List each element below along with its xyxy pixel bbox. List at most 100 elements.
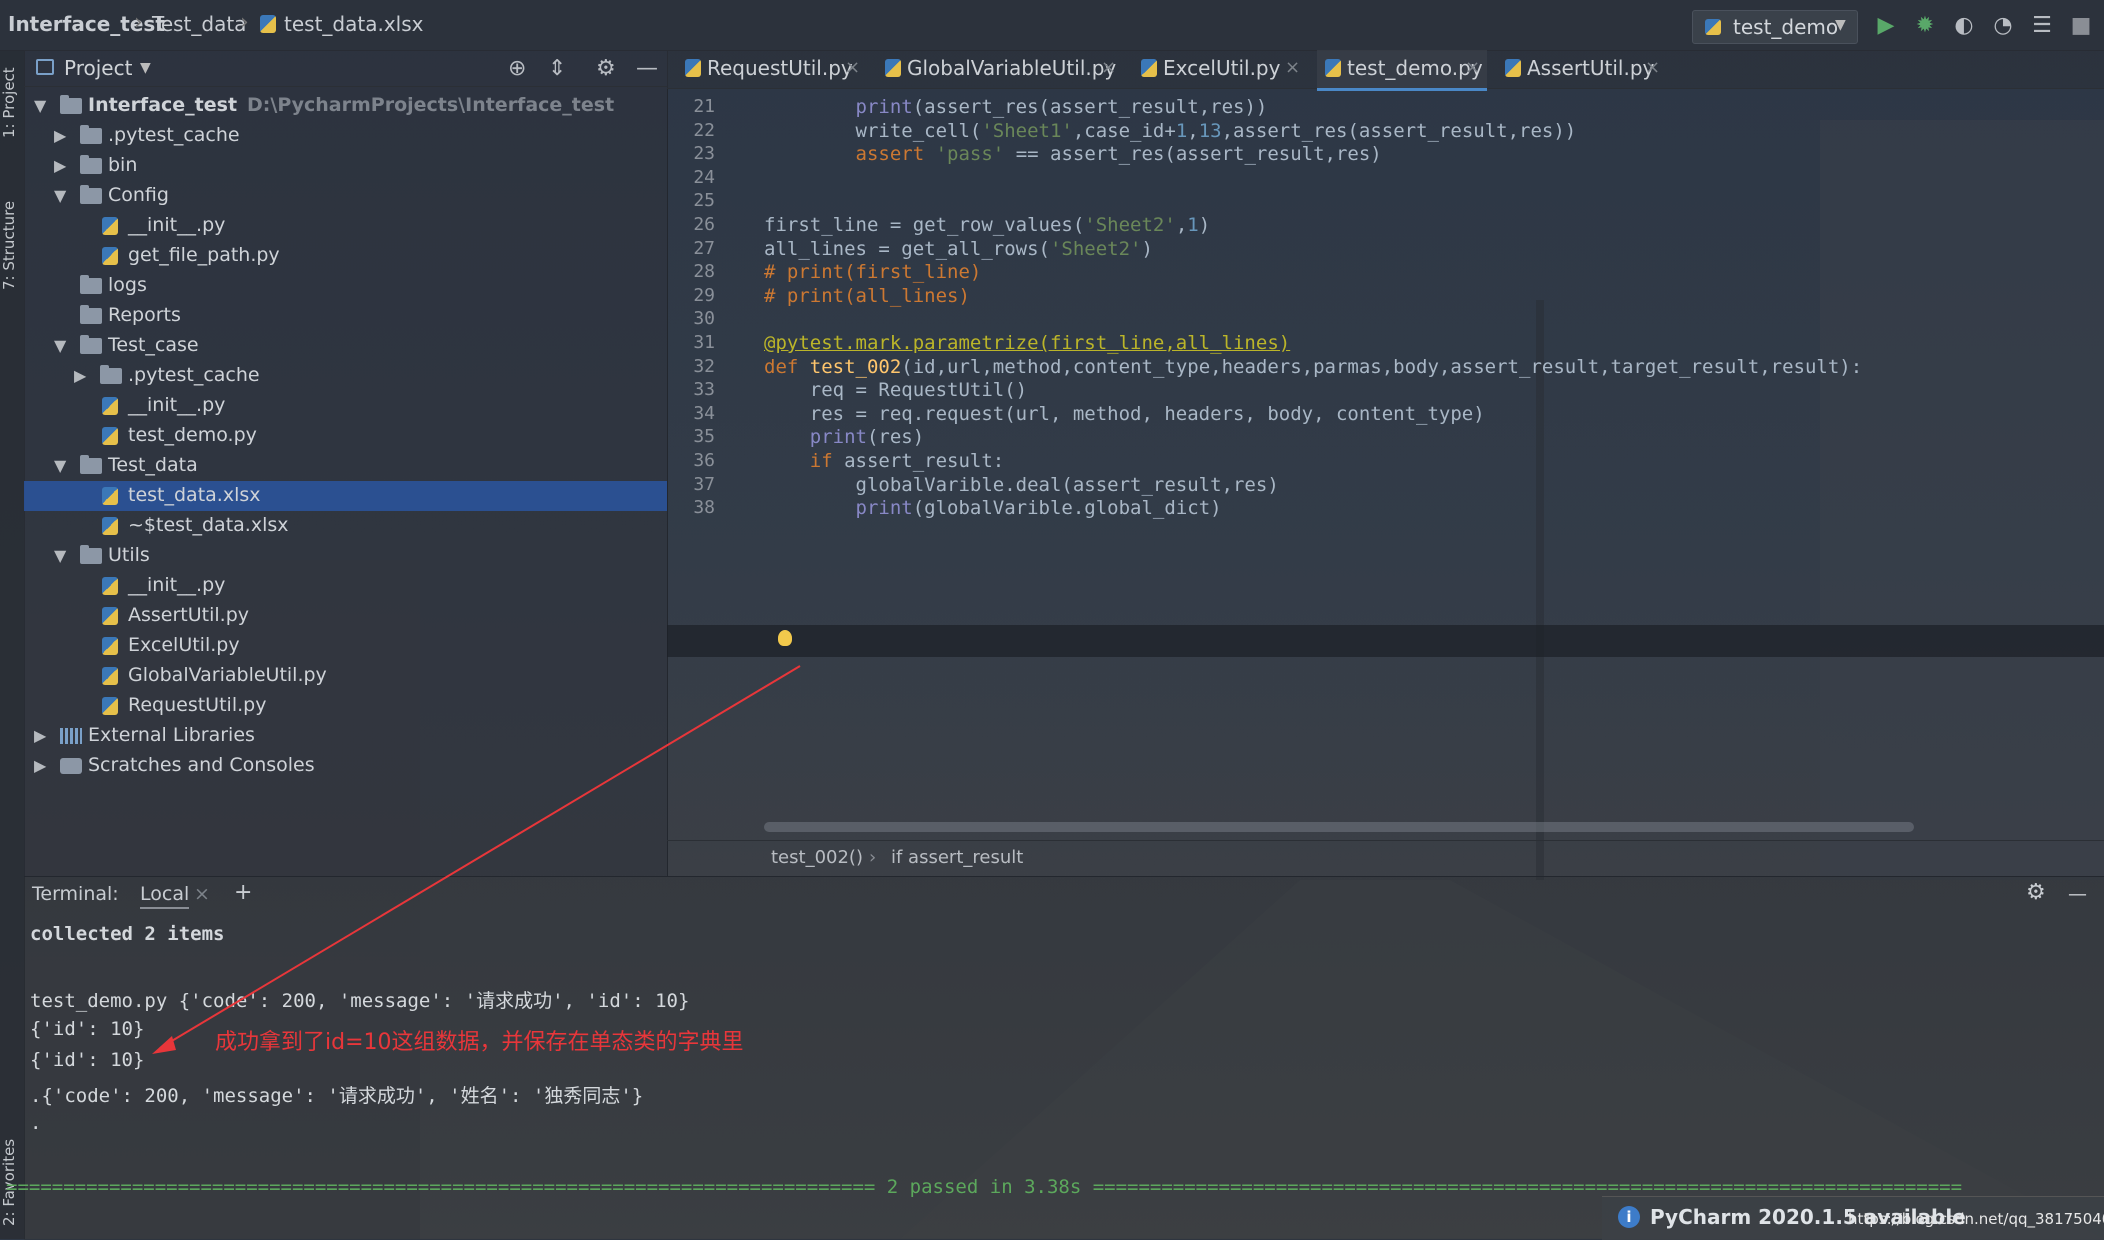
python-file-icon: [102, 607, 118, 625]
collapse-all-icon[interactable]: ⇕: [548, 56, 566, 81]
horizontal-scrollbar[interactable]: [764, 822, 1914, 832]
locate-file-icon[interactable]: ⊕: [508, 56, 526, 81]
project-panel-title[interactable]: Project: [64, 56, 132, 80]
tree-item-label: Scratches and Consoles: [88, 754, 315, 776]
collapse-arrow-icon[interactable]: ▶: [54, 156, 66, 175]
tree-item[interactable]: ▼ Test_case: [24, 331, 667, 361]
tree-item-label: External Libraries: [88, 724, 255, 746]
add-terminal-icon[interactable]: +: [234, 880, 252, 905]
expand-arrow-icon[interactable]: ▼: [54, 456, 66, 475]
profile-icon[interactable]: ◔: [1990, 12, 2016, 38]
chevron-down-icon[interactable]: ▼: [140, 60, 151, 76]
tree-item[interactable]: ~$test_data.xlsx: [24, 511, 667, 541]
tree-item[interactable]: ▶ bin: [24, 151, 667, 181]
terminal-line: {'id': 10}: [30, 1049, 145, 1071]
tree-item-path: D:\PycharmProjects\Interface_test: [247, 94, 615, 116]
tree-item[interactable]: ▶ .pytest_cache: [24, 121, 667, 151]
tree-item[interactable]: GlobalVariableUtil.py: [24, 661, 667, 691]
editor-tab[interactable]: RequestUtil.py ×: [677, 50, 867, 88]
close-icon[interactable]: ×: [845, 57, 860, 78]
close-icon[interactable]: ×: [1645, 57, 1660, 78]
scratch-icon: [60, 758, 82, 774]
python-file-icon: [1505, 59, 1521, 77]
structure-tool-tab[interactable]: 7: Structure: [0, 190, 24, 300]
tree-item[interactable]: Reports: [24, 301, 667, 331]
collapse-arrow-icon[interactable]: ▶: [54, 126, 66, 145]
tree-item[interactable]: ▼ Interface_test D:\PycharmProjects\Interf…: [24, 91, 667, 121]
folder-icon: [80, 275, 102, 294]
terminal-tab-local[interactable]: Local: [140, 883, 190, 909]
tree-item[interactable]: get_file_path.py: [24, 241, 667, 271]
tree-item[interactable]: ▼ Config: [24, 181, 667, 211]
annotation-text: 成功拿到了id=10这组数据，并保存在单态类的字典里: [215, 1030, 744, 1055]
close-icon[interactable]: ×: [1465, 57, 1480, 78]
breadcrumb-block[interactable]: if assert_result: [891, 847, 1023, 868]
tool-window-strip: 1: Project 7: Structure 2: Favorites: [0, 50, 25, 1239]
expand-arrow-icon[interactable]: ▼: [54, 186, 66, 205]
tree-item[interactable]: test_data.xlsx: [24, 481, 667, 511]
tree-item-label: RequestUtil.py: [128, 694, 267, 716]
tree-item[interactable]: ▶ Scratches and Consoles: [24, 751, 667, 781]
tree-item[interactable]: __init__.py: [24, 391, 667, 421]
breadcrumb-separator: ›: [240, 10, 249, 35]
gear-icon[interactable]: ⚙: [2026, 880, 2046, 905]
intention-bulb-icon[interactable]: [778, 630, 792, 646]
expand-arrow-icon[interactable]: ▼: [54, 336, 66, 355]
close-icon[interactable]: ×: [1285, 57, 1300, 78]
tree-item[interactable]: ExcelUtil.py: [24, 631, 667, 661]
collapse-arrow-icon[interactable]: ▶: [34, 756, 46, 775]
expand-arrow-icon[interactable]: ▼: [54, 546, 66, 565]
tree-item[interactable]: ▼ Utils: [24, 541, 667, 571]
run-configuration-label: test_demo: [1733, 15, 1839, 39]
tree-item[interactable]: ▶ .pytest_cache: [24, 361, 667, 391]
debug-icon[interactable]: ✹: [1912, 12, 1938, 38]
gear-icon[interactable]: ⚙: [596, 56, 616, 81]
project-tool-tab[interactable]: 1: Project: [0, 58, 24, 148]
python-file-icon: [1141, 59, 1157, 77]
close-icon[interactable]: ×: [1101, 57, 1116, 78]
hide-panel-icon[interactable]: —: [636, 56, 658, 81]
project-view-icon: [36, 59, 54, 75]
expand-arrow-icon[interactable]: ▼: [34, 96, 46, 115]
close-icon[interactable]: ×: [194, 883, 210, 905]
line-number: 37: [693, 473, 715, 495]
coverage-icon[interactable]: ◐: [1951, 12, 1977, 38]
code-line: print(res): [809, 426, 925, 449]
breadcrumb-file[interactable]: test_data.xlsx: [284, 12, 423, 36]
tree-item[interactable]: RequestUtil.py: [24, 691, 667, 721]
tree-item-label: logs: [108, 274, 147, 296]
breadcrumb-folder[interactable]: Test_data: [152, 12, 246, 36]
code-line: # print(all_lines): [764, 284, 970, 307]
editor-tab[interactable]: AssertUtil.py ×: [1497, 50, 1667, 88]
code-line: print(assert_res(assert_result,res)): [855, 96, 1268, 118]
python-file-icon: [102, 667, 118, 685]
stop-icon[interactable]: ■: [2068, 12, 2094, 38]
line-number: 26: [693, 214, 715, 235]
tree-item[interactable]: __init__.py: [24, 571, 667, 601]
editor-tab-bar: RequestUtil.py × GlobalVariableUtil.py × Exc…: [667, 50, 2104, 91]
tree-item[interactable]: logs: [24, 271, 667, 301]
python-file-icon: [685, 59, 701, 77]
tree-item[interactable]: test_demo.py: [24, 421, 667, 451]
tree-item[interactable]: ▶ External Libraries: [24, 721, 667, 751]
run-icon[interactable]: ▶: [1873, 12, 1899, 38]
collapse-arrow-icon[interactable]: ▶: [74, 366, 86, 385]
editor-tab[interactable]: test_demo.py ×: [1317, 50, 1487, 91]
info-icon: i: [1618, 1206, 1640, 1228]
test-summary-line: ========================================…: [6, 1176, 1963, 1198]
python-file-icon: [102, 487, 118, 505]
collapse-arrow-icon[interactable]: ▶: [34, 726, 46, 745]
editor-tab[interactable]: GlobalVariableUtil.py ×: [877, 50, 1123, 88]
python-icon: [1705, 19, 1721, 35]
tree-item[interactable]: AssertUtil.py: [24, 601, 667, 631]
editor-tab[interactable]: ExcelUtil.py ×: [1133, 50, 1307, 88]
terminal-line: test_demo.py {'code': 200, 'message': '请…: [30, 990, 690, 1012]
tree-item[interactable]: __init__.py: [24, 211, 667, 241]
tree-item[interactable]: ▼ Test_data: [24, 451, 667, 481]
hide-panel-icon[interactable]: —: [2068, 883, 2087, 905]
tree-item-label: __init__.py: [128, 574, 226, 596]
tree-item-label: bin: [108, 154, 138, 176]
breadcrumb-function[interactable]: test_002(): [771, 847, 863, 868]
concurrency-icon[interactable]: ☰: [2029, 12, 2055, 38]
run-configuration-select[interactable]: test_demo ▼: [1692, 10, 1858, 44]
